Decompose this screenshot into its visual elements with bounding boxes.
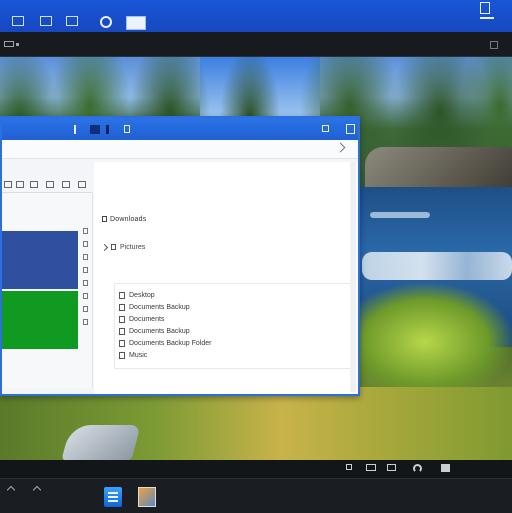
chevron-right-icon[interactable] [100,243,109,251]
chevron-up-icon[interactable] [6,485,16,495]
pin-icon[interactable] [106,125,109,134]
folder-header[interactable]: Downloads [102,213,146,225]
file-list: Desktop Documents Backup Documents Docum… [114,283,354,369]
file-icon[interactable] [83,228,88,234]
wallpaper-bush [355,282,512,402]
top-system-bar [0,0,512,32]
list-item[interactable]: Documents [119,314,164,324]
folder-icon[interactable] [90,125,100,134]
file-icon [119,339,125,347]
tree-item[interactable]: Pictures [100,242,146,252]
wallpaper-rapids [362,252,512,280]
wifi-icon[interactable] [413,464,422,473]
file-name: Documents Backup [129,327,190,335]
monitor-icon[interactable] [366,464,376,471]
taskbar [0,478,512,513]
list-item[interactable]: Documents Backup Folder [119,338,211,348]
notes-app-icon[interactable] [104,487,122,507]
file-icon [119,327,125,335]
flag-icon[interactable] [346,464,352,470]
folder-title: Downloads [110,215,147,223]
folder-icon [111,244,116,250]
side-icon-strip [81,228,90,348]
preview-tile[interactable] [2,291,78,349]
close-icon[interactable] [322,125,329,132]
tree-item-label: Pictures [120,243,146,251]
notification-icon[interactable] [480,2,490,14]
file-name: Documents Backup [129,303,190,311]
tab-icon[interactable] [66,16,78,26]
file-name: Documents Backup Folder [129,339,212,347]
secondary-toolbar [0,32,512,57]
document-icon[interactable] [124,125,130,133]
file-icon[interactable] [83,280,88,286]
up-icon[interactable] [30,181,38,188]
file-icon [119,351,125,359]
preview-pane [2,193,93,388]
speaker-icon[interactable] [441,464,450,472]
ribbon-bar [2,140,358,159]
scrollbar[interactable] [350,162,356,392]
file-icon [119,315,125,323]
circle-icon[interactable] [100,16,112,28]
file-icon[interactable] [83,267,88,273]
list-item[interactable]: Documents Backup [119,326,190,336]
file-icon[interactable] [83,254,88,260]
window-titlebar[interactable] [2,118,358,140]
keyboard-icon[interactable] [387,464,396,471]
file-icon[interactable] [83,293,88,299]
file-icon[interactable] [83,241,88,247]
file-icon[interactable] [83,319,88,325]
file-explorer-window[interactable]: Downloads Pictures Desktop Documents Bac… [0,116,360,396]
file-name: Documents [129,315,165,323]
flag-icon[interactable] [74,125,80,134]
view-icon[interactable] [46,181,54,188]
file-icon [119,291,125,299]
list-item[interactable]: Music [119,350,147,360]
system-tray-strip [0,460,512,478]
list-item[interactable]: Desktop [119,290,155,300]
wallpaper-rapids [370,212,430,218]
content-area: Downloads Pictures Desktop Documents Bac… [94,162,358,394]
file-name: Music [129,351,148,359]
chevron-down-icon[interactable] [335,142,346,153]
folder-icon [102,216,107,222]
dot-icon [16,43,19,46]
back-icon[interactable] [4,181,12,188]
menu-icon[interactable] [4,41,14,47]
tab-icon[interactable] [40,16,52,26]
file-name: Desktop [129,291,155,299]
explorer-toolbar [2,178,92,193]
forward-icon[interactable] [16,181,24,188]
more-icon[interactable] [78,181,86,188]
file-icon [119,303,125,311]
settings-icon[interactable] [490,41,498,49]
tab-icon[interactable] [12,16,24,26]
status-indicator [480,17,494,19]
gallery-app-icon[interactable] [138,487,156,507]
chevron-up-icon[interactable] [32,485,42,495]
sort-icon[interactable] [62,181,70,188]
list-item[interactable]: Documents Backup [119,302,190,312]
preview-tile[interactable] [2,231,78,289]
file-icon[interactable] [83,306,88,312]
active-window-icon[interactable] [126,16,146,30]
maximize-icon[interactable] [346,124,355,134]
